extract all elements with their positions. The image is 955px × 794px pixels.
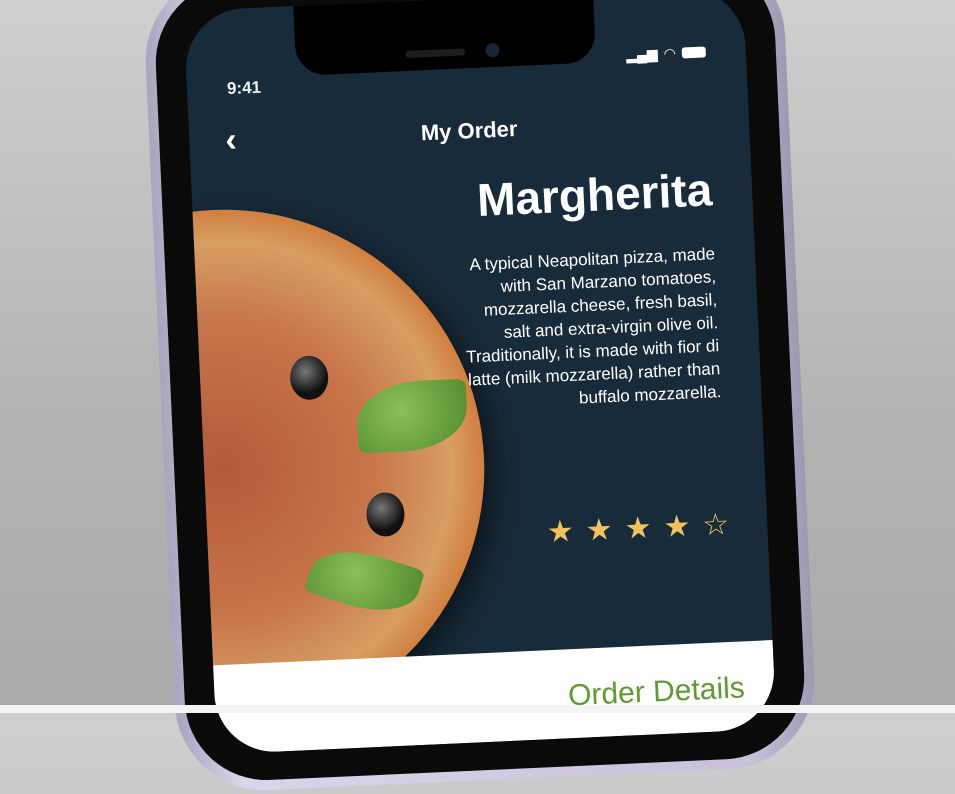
olive xyxy=(289,354,330,401)
rating-stars[interactable]: ★ ★ ★ ★ ☆ xyxy=(546,507,730,550)
star-empty-icon[interactable]: ☆ xyxy=(702,507,730,543)
star-filled-icon[interactable]: ★ xyxy=(663,509,691,545)
wifi-icon: ◠ xyxy=(663,44,677,62)
olive xyxy=(365,491,406,538)
notch xyxy=(293,0,597,77)
status-icons: ▂▄▆ ◠ xyxy=(625,43,707,64)
star-filled-icon[interactable]: ★ xyxy=(624,510,652,546)
battery-icon xyxy=(681,46,707,59)
speaker xyxy=(405,48,466,59)
bottom-edge xyxy=(0,705,955,713)
app-screen: 9:41 ▂▄▆ ◠ ‹ My Order Margherita A typic… xyxy=(183,0,777,755)
signal-icon: ▂▄▆ xyxy=(625,45,658,64)
product-description: A typical Neapolitan pizza, made with Sa… xyxy=(465,244,722,408)
star-filled-icon[interactable]: ★ xyxy=(585,512,613,548)
camera xyxy=(485,42,500,58)
basil-leaf xyxy=(303,538,426,624)
basil-leaf xyxy=(355,378,469,454)
page-title: My Order xyxy=(420,116,518,146)
phone-bezel: 9:41 ▂▄▆ ◠ ‹ My Order Margherita A typic… xyxy=(152,0,808,784)
status-time: 9:41 xyxy=(226,77,262,99)
phone-frame: 9:41 ▂▄▆ ◠ ‹ My Order Margherita A typic… xyxy=(141,0,819,794)
product-name: Margherita xyxy=(475,163,714,226)
star-filled-icon[interactable]: ★ xyxy=(546,514,574,550)
